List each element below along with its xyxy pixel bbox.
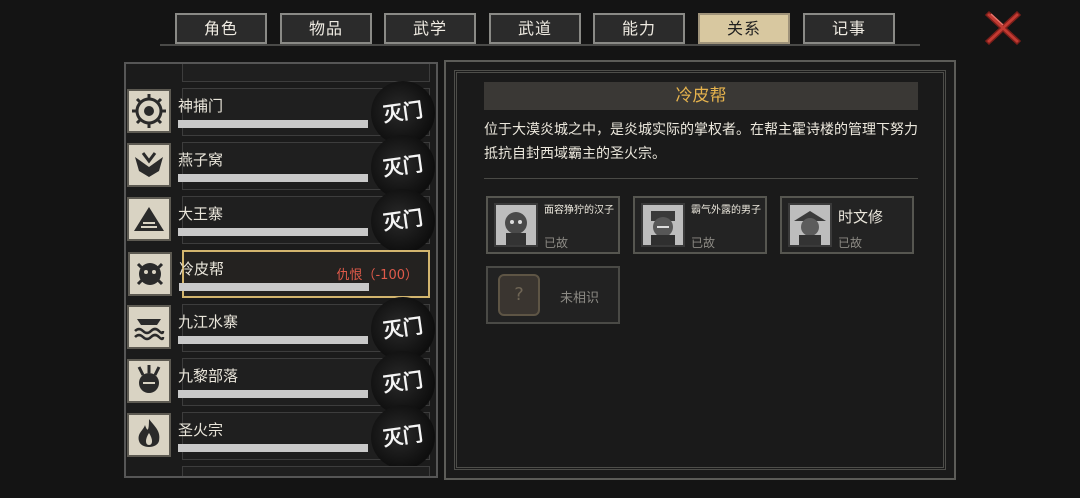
portrait-thug-icon <box>494 203 538 247</box>
faction-name: 神捕门 <box>178 97 224 115</box>
member-card[interactable]: 霸气外露的男子 已故 <box>633 196 767 254</box>
tab-martial-arts[interactable]: 武学 <box>384 13 476 44</box>
faction-name: 圣火宗 <box>178 421 224 439</box>
member-name: 时文修 <box>838 208 884 226</box>
flame-emblem-icon <box>127 413 171 457</box>
member-state: 已故 <box>544 236 569 250</box>
faction-name: 大王寨 <box>178 205 224 223</box>
list-item-partial-top <box>182 64 430 82</box>
faction-row-jiulibuluo[interactable]: 九黎部落 灭门 <box>127 346 436 420</box>
portrait-warrior-icon <box>641 203 685 247</box>
relation-bar <box>178 390 368 398</box>
relation-bar <box>179 283 369 291</box>
relation-bar <box>178 228 368 236</box>
swallow-emblem-icon <box>127 143 171 187</box>
list-item-partial-bottom <box>182 466 430 476</box>
faction-row-shenbumen[interactable]: 神捕门 灭门 <box>127 76 436 150</box>
relation-bar <box>178 336 368 344</box>
faction-title: 冷皮帮 <box>484 82 918 110</box>
tribe-emblem-icon <box>127 359 171 403</box>
relation-bar <box>178 174 368 182</box>
unknown-label: 未相识 <box>560 291 600 306</box>
divider <box>484 178 918 179</box>
annihilated-badge: 灭门 <box>366 184 436 258</box>
member-state: 已故 <box>691 236 716 250</box>
faction-name: 九江水寨 <box>178 313 239 331</box>
tab-bar-divider <box>160 44 920 46</box>
member-card[interactable]: 面容狰狞的汉子 已故 <box>486 196 620 254</box>
sun-emblem-icon <box>127 89 171 133</box>
close-x-icon <box>984 10 1022 46</box>
unknown-member-card[interactable]: ? 未相识 <box>486 266 620 324</box>
relation-bar <box>178 444 368 452</box>
annihilated-badge: 灭门 <box>366 400 436 474</box>
faction-name: 九黎部落 <box>178 367 239 385</box>
faction-row-yanziwo[interactable]: 燕子窝 灭门 <box>127 130 436 204</box>
river-emblem-icon <box>127 305 171 349</box>
tab-items[interactable]: 物品 <box>280 13 372 44</box>
mountain-emblem-icon <box>127 197 171 241</box>
question-mark-icon: ? <box>498 274 540 316</box>
tab-abilities[interactable]: 能力 <box>593 13 685 44</box>
tab-martial-way[interactable]: 武道 <box>489 13 581 44</box>
member-name: 霸气外露的男子 <box>691 205 761 216</box>
tab-relations[interactable]: 关系 <box>698 13 790 44</box>
faction-detail-panel: 冷皮帮 位于大漠炎城之中，是炎城实际的掌权者。在帮主霍诗楼的管理下努力抵抗自封西… <box>444 60 956 480</box>
faction-row-dawangzhai[interactable]: 大王寨 灭门 <box>127 184 436 258</box>
beast-emblem-icon <box>128 252 172 296</box>
faction-list[interactable]: 神捕门 灭门 燕子窝 灭门 大王寨 灭门 冷皮帮 仇恨（-100） 九江水寨 灭… <box>124 62 438 478</box>
member-state: 已故 <box>838 236 863 250</box>
member-card[interactable]: 时文修 已故 <box>780 196 914 254</box>
faction-name: 冷皮帮 <box>179 260 225 278</box>
top-tab-bar: 角色 物品 武学 武道 能力 关系 记事 <box>0 0 1080 48</box>
member-name: 面容狰狞的汉子 <box>544 205 614 216</box>
tab-journal[interactable]: 记事 <box>803 13 895 44</box>
faction-row-shenghuozong[interactable]: 圣火宗 灭门 <box>127 400 436 474</box>
portrait-hatted-man-icon <box>788 203 832 247</box>
faction-name: 燕子窝 <box>178 151 224 169</box>
faction-row-lengpibang[interactable]: 冷皮帮 仇恨（-100） <box>128 250 430 298</box>
faction-row-jiujiangshuizhai[interactable]: 九江水寨 灭门 <box>127 292 436 366</box>
faction-description: 位于大漠炎城之中，是炎城实际的掌权者。在帮主霍诗楼的管理下努力抵抗自封西域霸主的… <box>484 122 918 162</box>
hatred-value: 仇恨（-100） <box>336 268 418 283</box>
tab-character[interactable]: 角色 <box>175 13 267 44</box>
close-button[interactable] <box>983 8 1023 48</box>
relation-bar <box>178 120 368 128</box>
